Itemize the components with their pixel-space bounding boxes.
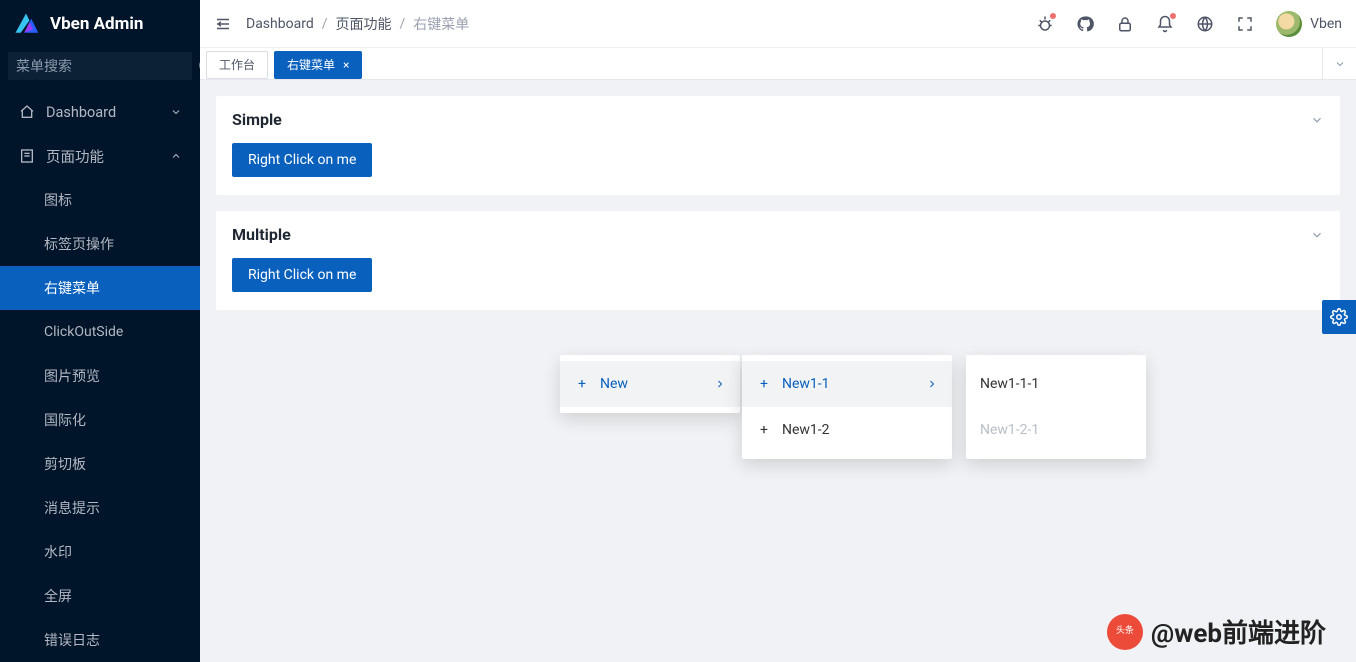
watermark-text: @web前端进阶 [1151,613,1326,650]
breadcrumb: Dashboard / 页面功能 / 右键菜单 [246,14,469,34]
main: Dashboard / 页面功能 / 右键菜单 Vben [200,0,1356,662]
right-click-button-simple[interactable]: Right Click on me [232,143,372,177]
sidebar-item-imagepreview[interactable]: 图片预览 [0,354,200,398]
sidebar-item-label: 错误日志 [44,630,100,650]
sidebar-item-label: 标签页操作 [44,234,114,254]
card-title: Multiple [232,225,291,244]
sidebar-item-errorlog[interactable]: 错误日志 [0,618,200,662]
chevron-down-icon [170,106,182,118]
context-menu-level2: + New1-1 + New1-2 [742,355,952,459]
breadcrumb-sep: / [322,16,328,32]
breadcrumb-item[interactable]: 页面功能 [336,14,392,34]
context-item-label: New1-1 [782,376,830,392]
sidebar-item-label: ClickOutSide [44,324,123,340]
sidebar-item-i18n[interactable]: 国际化 [0,398,200,442]
tab-contextmenu[interactable]: 右键菜单 × [274,51,362,79]
lock-icon[interactable] [1116,15,1134,33]
chevron-down-icon[interactable] [1310,228,1324,242]
watermark: 头条 @web前端进阶 [1107,613,1326,650]
sidebar-item-notify[interactable]: 消息提示 [0,486,200,530]
user-menu[interactable]: Vben [1276,11,1342,37]
sidebar-item-label: 图片预览 [44,366,100,386]
sidebar-item-label: 国际化 [44,410,86,430]
chevron-up-icon [170,150,182,162]
context-menu-level3: New1-1-1 New1-2-1 [966,355,1146,459]
tabs-dropdown[interactable] [1322,48,1356,80]
sidebar-item-clickoutside[interactable]: ClickOutSide [0,310,200,354]
menu-search[interactable] [8,52,192,80]
card-multiple: Multiple Right Click on me [216,211,1340,310]
bug-icon[interactable] [1036,15,1054,33]
tab-label: 右键菜单 [287,56,335,73]
card-title: Simple [232,110,282,129]
home-icon [18,104,36,120]
page-icon [18,148,36,164]
context-item-new1-2[interactable]: + New1-2 [742,407,952,453]
right-click-button-multiple[interactable]: Right Click on me [232,258,372,292]
sidebar-item-tabops[interactable]: 标签页操作 [0,222,200,266]
sidebar-item-label: 图标 [44,190,72,210]
sidebar-item-label: 右键菜单 [44,278,100,298]
settings-button[interactable] [1322,300,1356,334]
notification-dot [1170,13,1176,19]
sidebar-item-label: 剪切板 [44,454,86,474]
card-simple: Simple Right Click on me [216,96,1340,195]
notification-dot [1050,13,1056,19]
sidebar: Vben Admin Dashboard 页面功能 图标 标签页操作 右键菜单 … [0,0,200,662]
plus-icon: + [756,422,772,438]
logo-icon [12,10,40,38]
sidebar-item-clipboard[interactable]: 剪切板 [0,442,200,486]
watermark-badge: 头条 [1107,614,1143,650]
context-item-label: New1-2-1 [980,422,1039,438]
chevron-right-icon [714,378,726,390]
github-icon[interactable] [1076,15,1094,33]
tab-label: 工作台 [219,56,255,73]
fullscreen-icon[interactable] [1236,15,1254,33]
breadcrumb-item[interactable]: Dashboard [246,16,314,32]
context-item-new1-1-1[interactable]: New1-1-1 [966,361,1146,407]
content: Simple Right Click on me Multiple Right … [200,80,1356,662]
sidebar-item-label: 页面功能 [46,146,104,167]
sidebar-item-dashboard[interactable]: Dashboard [0,90,200,134]
chevron-down-icon[interactable] [1310,113,1324,127]
sidebar-item-watermark[interactable]: 水印 [0,530,200,574]
sidebar-item-icons[interactable]: 图标 [0,178,200,222]
sidebar-item-label: 全屏 [44,586,72,606]
context-item-new1-2-1: New1-2-1 [966,407,1146,453]
plus-icon: + [756,376,772,392]
sidebar-item-label: 消息提示 [44,498,100,518]
bell-icon[interactable] [1156,15,1174,33]
context-item-label: New1-2 [782,422,830,438]
context-item-new1-1[interactable]: + New1-1 [742,361,952,407]
user-name: Vben [1310,16,1342,32]
context-menu-level1: + New [560,355,740,413]
sidebar-item-contextmenu[interactable]: 右键菜单 [0,266,200,310]
sidebar-toggle-icon[interactable] [214,15,232,33]
sidebar-item-features[interactable]: 页面功能 [0,134,200,178]
context-item-new[interactable]: + New [560,361,740,407]
close-icon[interactable]: × [343,58,349,72]
language-icon[interactable] [1196,15,1214,33]
context-item-label: New1-1-1 [980,376,1039,392]
tab-workspace[interactable]: 工作台 [206,51,268,79]
chevron-right-icon [926,378,938,390]
sidebar-menu: Dashboard 页面功能 图标 标签页操作 右键菜单 ClickOutSid… [0,86,200,662]
context-item-label: New [600,376,628,392]
tabs-bar: 工作台 右键菜单 × [200,48,1356,80]
menu-search-input[interactable] [16,58,197,74]
breadcrumb-current: 右键菜单 [413,14,469,34]
app-name: Vben Admin [50,14,143,34]
avatar [1276,11,1302,37]
sidebar-item-label: 水印 [44,542,72,562]
sidebar-item-fullscreen[interactable]: 全屏 [0,574,200,618]
plus-icon: + [574,376,590,392]
sidebar-item-label: Dashboard [46,104,116,121]
breadcrumb-sep: / [400,16,406,32]
logo[interactable]: Vben Admin [0,0,200,48]
topbar: Dashboard / 页面功能 / 右键菜单 Vben [200,0,1356,48]
